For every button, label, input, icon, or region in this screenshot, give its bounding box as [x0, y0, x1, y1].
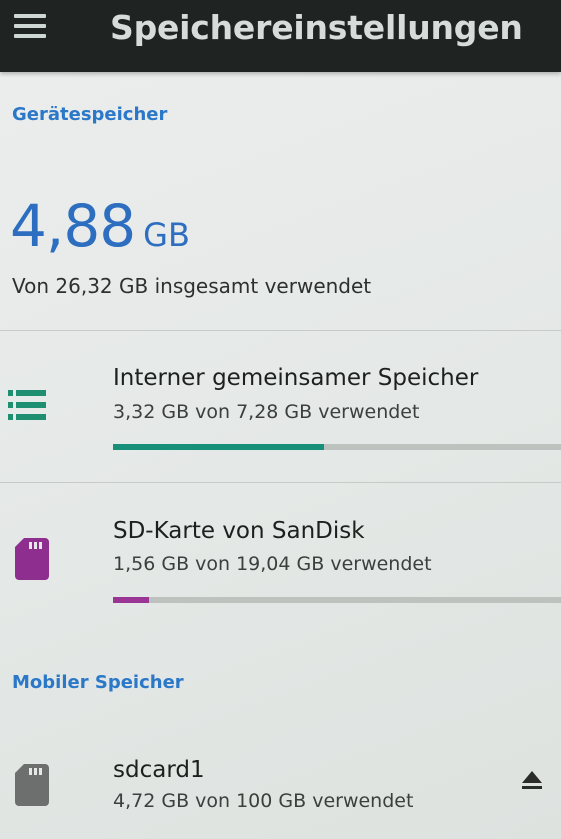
page-title: Speichereinstellungen	[110, 8, 523, 47]
volume-item-sdcard1[interactable]: sdcard1 4,72 GB von 100 GB verwendet	[0, 722, 561, 839]
total-used-value: 4,88	[10, 192, 136, 260]
volume-usage-bar-fill	[113, 444, 324, 450]
volume-usage-bar	[113, 597, 561, 603]
volume-usage-text: 3,32 GB von 7,28 GB verwendet	[113, 401, 420, 423]
storage-settings-screen: Speichereinstellungen Gerätespeicher 4,8…	[0, 0, 561, 839]
sd-card-icon	[15, 764, 49, 806]
total-used-summary: 4,88 GB	[10, 192, 190, 260]
volume-title: sdcard1	[113, 757, 205, 783]
volume-usage-bar	[113, 444, 561, 450]
volume-usage-bar-fill	[113, 597, 149, 603]
app-bar: Speichereinstellungen	[0, 0, 561, 72]
section-header-device-storage: Gerätespeicher	[12, 104, 168, 125]
total-capacity-text: Von 26,32 GB insgesamt verwendet	[12, 274, 372, 298]
hamburger-menu-icon[interactable]	[14, 14, 50, 40]
volume-item-internal-shared[interactable]: Interner gemeinsamer Speicher 3,32 GB vo…	[0, 331, 561, 481]
storage-list-icon	[8, 390, 46, 420]
volume-title: SD-Karte von SanDisk	[113, 518, 365, 544]
volume-title: Interner gemeinsamer Speicher	[113, 365, 479, 391]
total-used-unit: GB	[143, 216, 190, 254]
volume-usage-text: 1,56 GB von 19,04 GB verwendet	[113, 553, 432, 575]
volume-usage-text: 4,72 GB von 100 GB verwendet	[113, 790, 414, 812]
eject-icon[interactable]	[520, 768, 544, 792]
section-header-portable-storage: Mobiler Speicher	[12, 672, 184, 693]
volume-item-sd-card[interactable]: SD-Karte von SanDisk 1,56 GB von 19,04 G…	[0, 483, 561, 633]
sd-card-icon	[15, 538, 49, 580]
